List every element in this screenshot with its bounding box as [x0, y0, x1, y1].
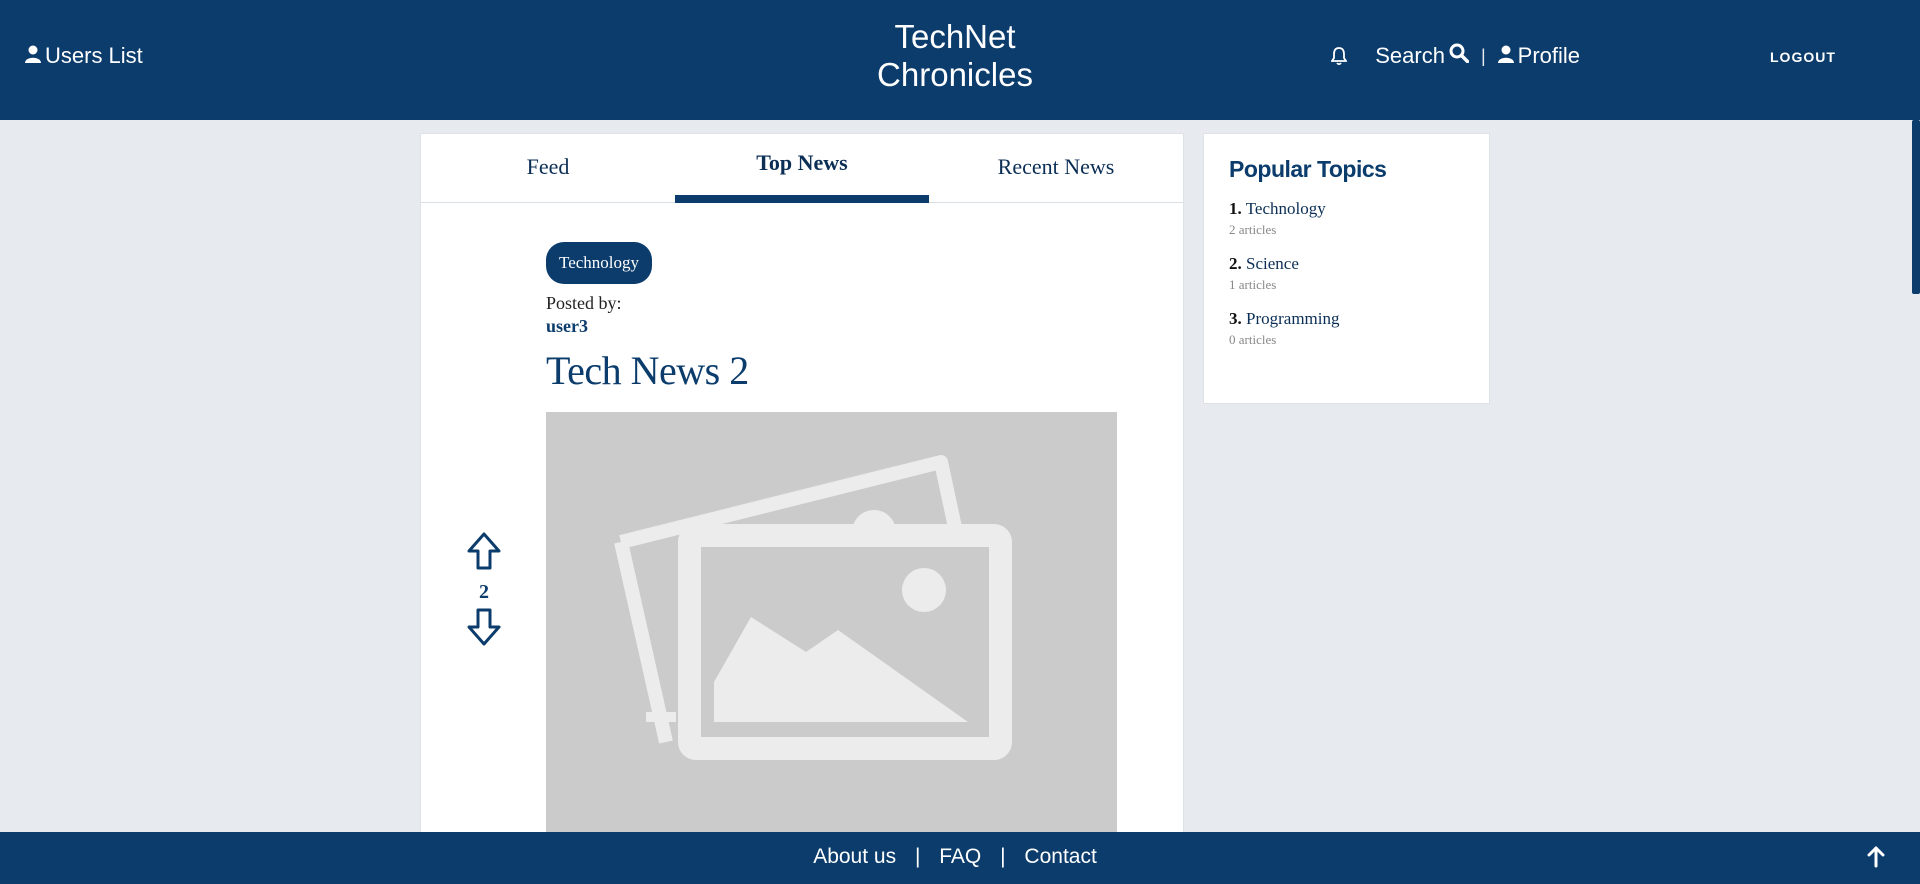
vote-widget: 2 — [467, 532, 501, 651]
popular-topics-panel: Popular Topics 1. Technology 2 articles … — [1203, 133, 1490, 404]
topic-rank: 3. — [1229, 309, 1242, 328]
site-brand[interactable]: TechNet Chronicles — [0, 18, 1910, 94]
footer-separator: | — [914, 845, 921, 868]
page-scrollbar[interactable] — [1912, 120, 1920, 294]
posted-by-label: Posted by: — [546, 293, 622, 313]
bell-icon[interactable] — [1331, 46, 1348, 66]
vote-count: 2 — [479, 581, 489, 603]
profile-link[interactable]: Profile — [1497, 43, 1580, 69]
post-title[interactable]: Tech News 2 — [546, 347, 1117, 394]
header-actions: Search | Profile — [1331, 43, 1580, 69]
search-icon — [1449, 43, 1470, 69]
header-separator: | — [1480, 45, 1486, 66]
profile-label: Profile — [1517, 43, 1580, 68]
topic-link-programming[interactable]: Programming — [1246, 309, 1340, 328]
topic-item: 3. Programming 0 articles — [1229, 309, 1464, 348]
topic-link-science[interactable]: Science — [1246, 254, 1299, 273]
user-icon — [1497, 43, 1514, 69]
top-navbar: Users List TechNet Chronicles Search | P… — [0, 0, 1920, 120]
topic-rank: 1. — [1229, 199, 1242, 218]
topic-count: 0 articles — [1229, 332, 1277, 347]
topic-rank: 2. — [1229, 254, 1242, 273]
news-tabs: Feed Top News Recent News — [421, 134, 1183, 203]
topic-item: 2. Science 1 articles — [1229, 254, 1464, 293]
news-panel: Feed Top News Recent News 2 Technology P… — [420, 133, 1184, 884]
upvote-arrow-icon[interactable] — [467, 532, 501, 575]
news-post: Technology Posted by: user3 Tech News 2 — [546, 242, 1117, 832]
topic-count: 1 articles — [1229, 277, 1277, 292]
category-badge[interactable]: Technology — [546, 242, 653, 284]
topic-count: 2 articles — [1229, 222, 1277, 237]
placeholder-image-icon — [614, 455, 1012, 760]
scroll-to-top-arrow-icon[interactable] — [1866, 846, 1886, 873]
tab-top-news[interactable]: Top News — [675, 134, 929, 203]
brand-line-1: TechNet — [894, 18, 1016, 55]
downvote-arrow-icon[interactable] — [467, 608, 501, 651]
topic-link-technology[interactable]: Technology — [1246, 199, 1326, 218]
brand-line-2: Chronicles — [877, 56, 1033, 93]
search-label: Search — [1375, 43, 1445, 68]
topic-item: 1. Technology 2 articles — [1229, 199, 1464, 238]
post-author[interactable]: user3 — [546, 316, 1117, 337]
post-image[interactable] — [546, 412, 1117, 832]
footer-link-faq[interactable]: FAQ — [939, 845, 981, 868]
search-button[interactable]: Search — [1375, 43, 1470, 69]
footer-links: About us | FAQ | Contact — [0, 845, 1910, 869]
tab-recent-news[interactable]: Recent News — [929, 134, 1183, 202]
footer-link-contact[interactable]: Contact — [1024, 845, 1096, 868]
footer-separator: | — [1000, 845, 1006, 868]
footer: About us | FAQ | Contact — [0, 832, 1920, 884]
footer-link-about[interactable]: About us — [813, 845, 896, 868]
tab-feed[interactable]: Feed — [421, 134, 675, 202]
logout-button[interactable]: LOGOUT — [1770, 49, 1836, 65]
popular-topics-title: Popular Topics — [1229, 156, 1387, 182]
